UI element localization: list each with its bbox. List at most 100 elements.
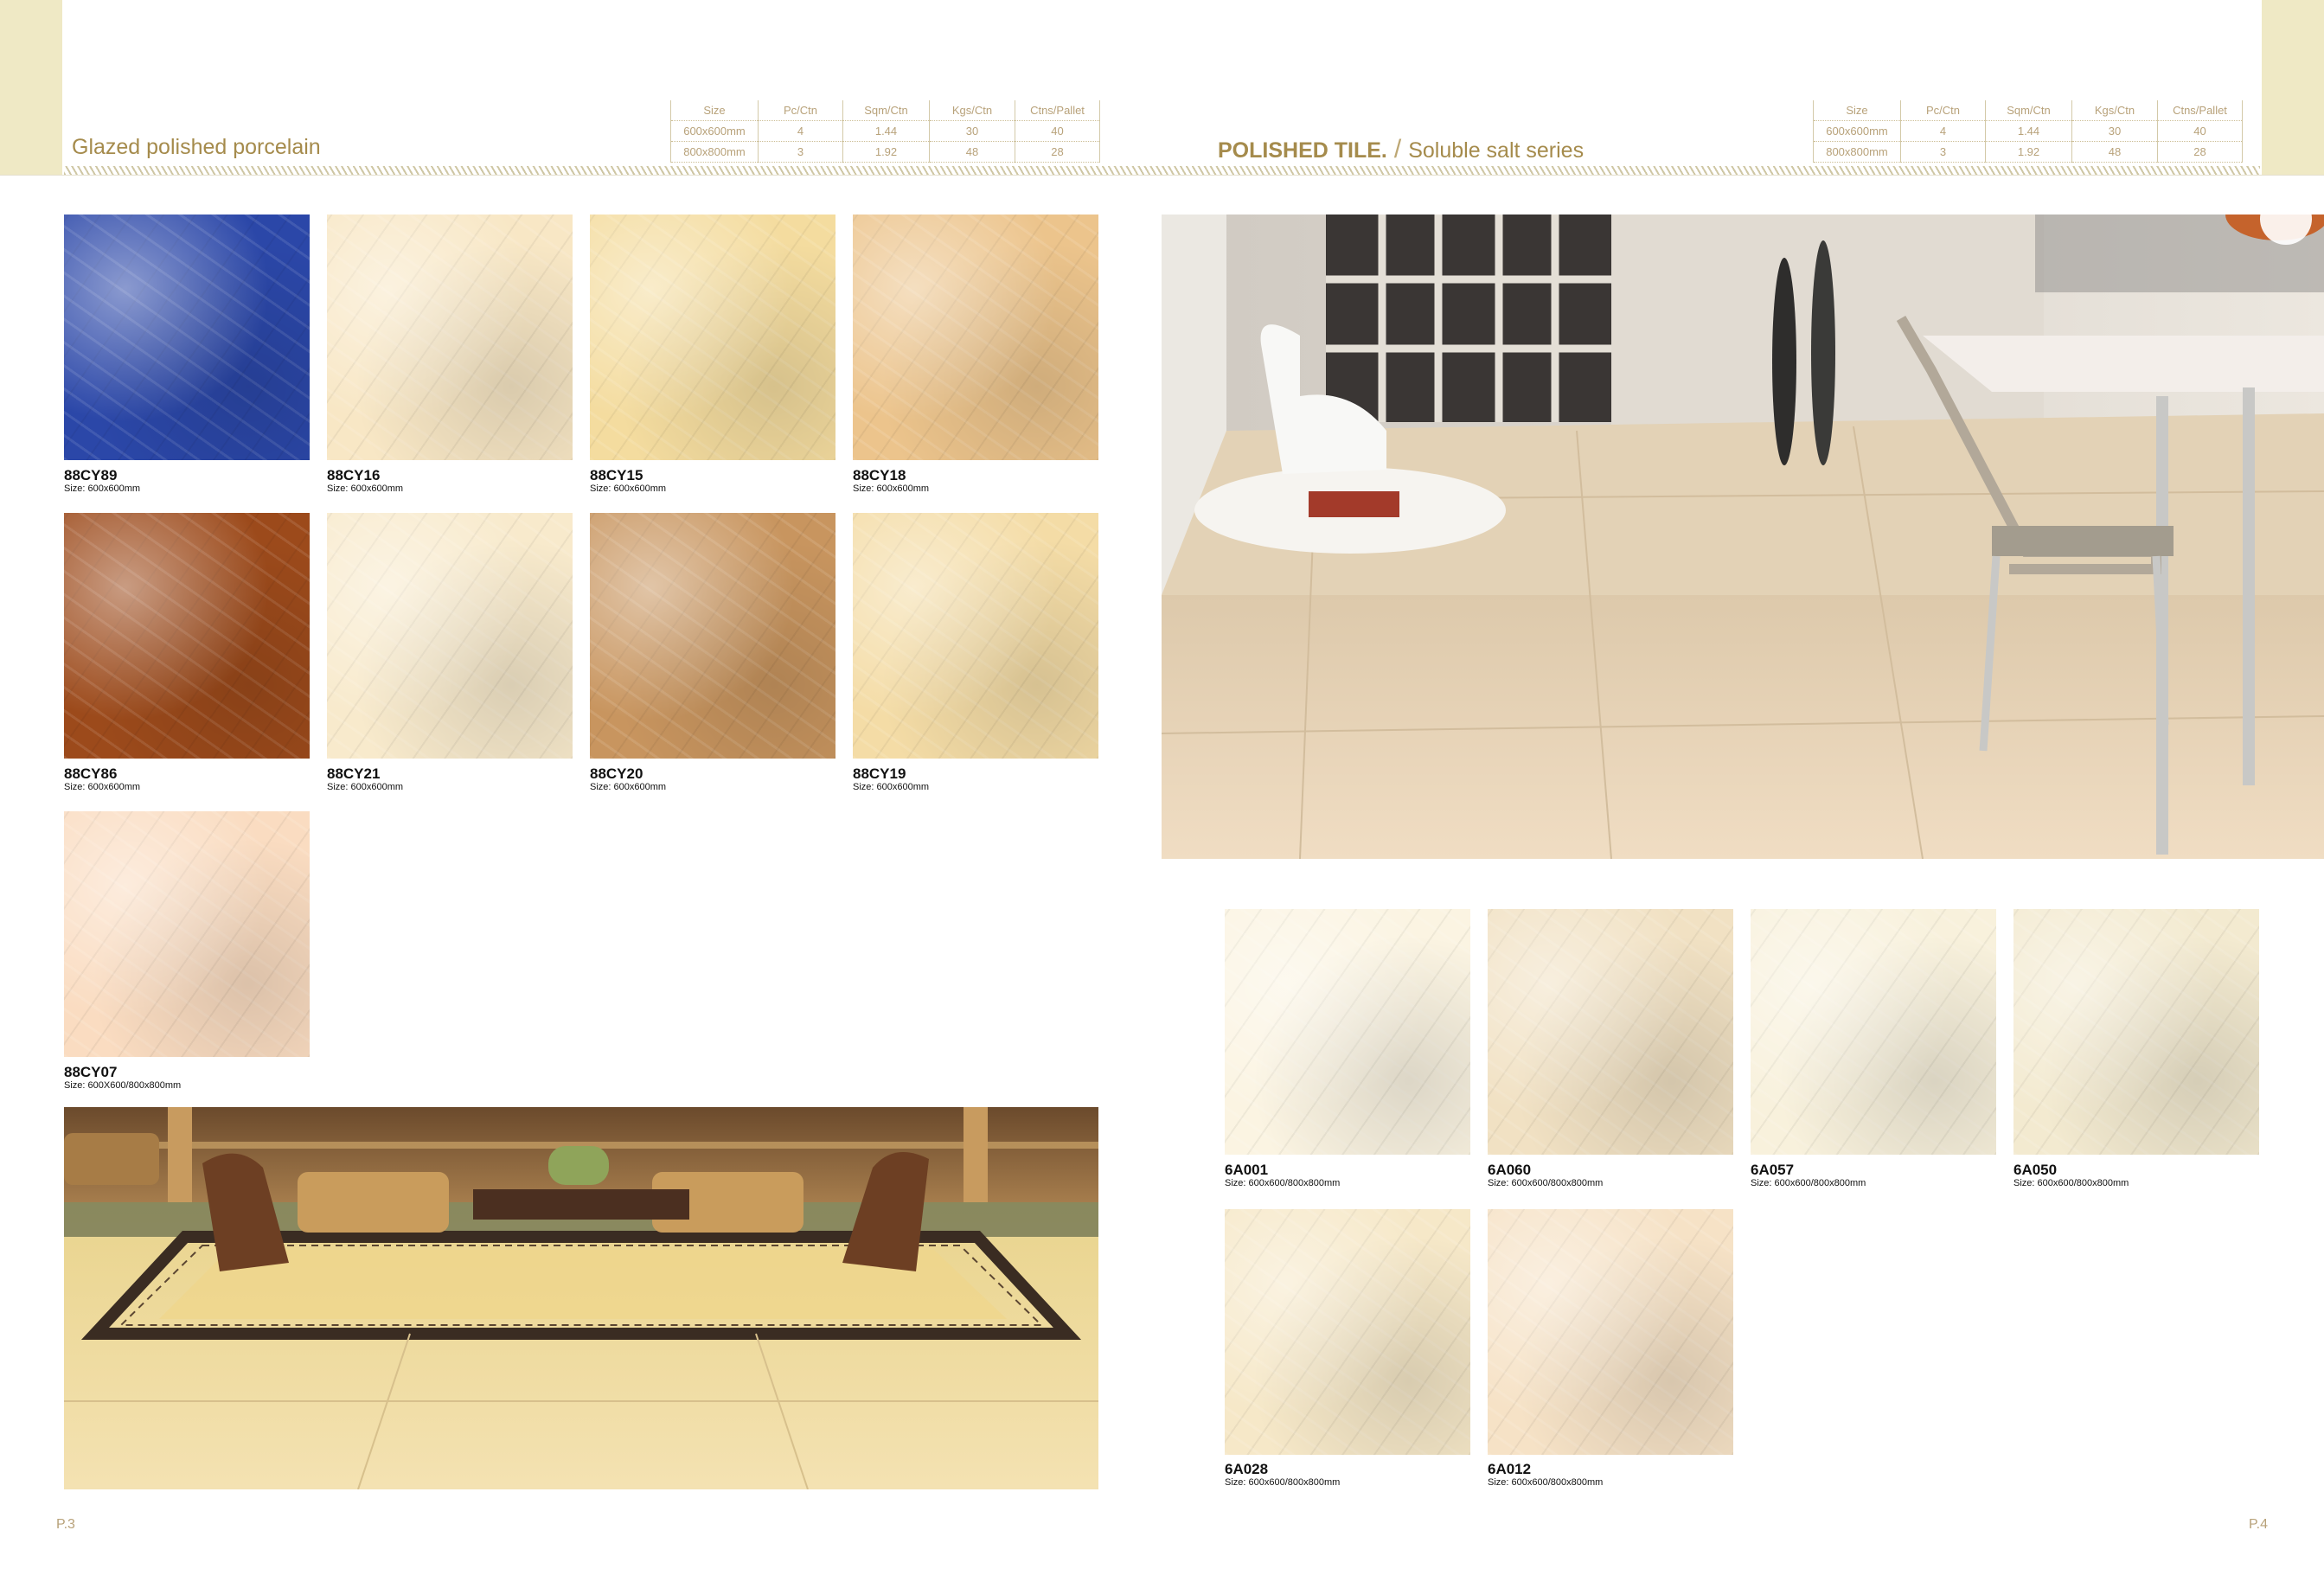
- tile-code: 6A012: [1488, 1461, 1532, 1477]
- tile-size: Size: 600x600/800x800mm: [1488, 1178, 1604, 1188]
- tile-size: Size: 600x600/800x800mm: [1225, 1477, 1341, 1488]
- header-separator: [0, 175, 2324, 176]
- spec-cell: 3: [1900, 141, 1986, 163]
- tile-code: 6A001: [1225, 1162, 1269, 1178]
- tile-size: Size: 600x600/800x800mm: [1751, 1178, 1866, 1188]
- spec-cell: 1.92: [842, 141, 930, 163]
- tile-swatch-88CY89[interactable]: [64, 215, 310, 460]
- right-header-tab: [2262, 0, 2324, 175]
- tile-caption: 88CY86 Size: 600x600mm: [64, 765, 141, 793]
- lobby-interior-photo: [64, 1107, 1098, 1489]
- spec-cell: 28: [2157, 141, 2243, 163]
- tile-size: Size: 600x600mm: [590, 483, 667, 494]
- spec-header-cell: Ctns/Pallet: [1015, 100, 1100, 121]
- spec-cell: 30: [2071, 120, 2158, 142]
- tile-swatch-88CY21[interactable]: [327, 513, 573, 759]
- tile-swatch-6A012[interactable]: [1488, 1209, 1733, 1455]
- tile-code: 88CY07: [64, 1064, 118, 1080]
- tile-swatch-6A050[interactable]: [2013, 909, 2259, 1155]
- tile-code: 88CY86: [64, 765, 118, 782]
- catalog-spread: Glazed polished porcelain Size Pc/Ctn Sq…: [0, 0, 2324, 1588]
- spec-cell: 600x600mm: [1813, 120, 1901, 142]
- tile-swatch-88CY07[interactable]: [64, 811, 310, 1057]
- tile-swatch-6A060[interactable]: [1488, 909, 1733, 1155]
- right-title-rest: Soluble salt series: [1408, 138, 1585, 163]
- tile-caption: 6A050 Size: 600x600/800x800mm: [2013, 1162, 2129, 1189]
- tile-size: Size: 600x600mm: [590, 782, 667, 792]
- tile-swatch-88CY86[interactable]: [64, 513, 310, 759]
- tile-size: Size: 600x600mm: [64, 782, 141, 792]
- spec-cell: 48: [2071, 141, 2158, 163]
- spec-cell: 4: [1900, 120, 1986, 142]
- spec-header-cell: Sqm/Ctn: [842, 100, 930, 121]
- tile-code: 6A050: [2013, 1162, 2058, 1178]
- tile-code: 88CY20: [590, 765, 643, 782]
- spec-header-cell: Pc/Ctn: [758, 100, 843, 121]
- tile-size: Size: 600x600mm: [327, 483, 404, 494]
- tile-swatch-88CY16[interactable]: [327, 215, 573, 460]
- dining-interior-image: [1162, 215, 2324, 859]
- spec-header-cell: Size: [670, 100, 759, 121]
- tile-size: Size: 600x600mm: [853, 782, 930, 792]
- spec-cell: 48: [929, 141, 1015, 163]
- spec-header-cell: Kgs/Ctn: [2071, 100, 2158, 121]
- lobby-interior-image: [64, 1107, 1098, 1489]
- tile-caption: 6A060 Size: 600x600/800x800mm: [1488, 1162, 1604, 1189]
- left-page-title: Glazed polished porcelain: [72, 135, 321, 159]
- spec-cell: 40: [2157, 120, 2243, 142]
- tile-caption: 88CY19 Size: 600x600mm: [853, 765, 930, 793]
- tile-caption: 88CY07 Size: 600X600/800x800mm: [64, 1064, 182, 1092]
- tile-caption: 88CY16 Size: 600x600mm: [327, 468, 404, 495]
- tile-caption: 6A057 Size: 600x600/800x800mm: [1751, 1162, 1866, 1189]
- spec-header-cell: Size: [1813, 100, 1901, 121]
- header-hatch-divider: [64, 166, 2260, 175]
- tile-code: 88CY18: [853, 467, 906, 483]
- spec-row: 600x600mm 4 1.44 30 40: [670, 120, 1100, 142]
- tile-swatch-6A001[interactable]: [1225, 909, 1470, 1155]
- spec-row: 800x800mm 3 1.92 48 28: [1813, 141, 2243, 163]
- tile-swatch-6A028[interactable]: [1225, 1209, 1470, 1455]
- spec-cell: 800x800mm: [1813, 141, 1901, 163]
- tile-swatch-88CY15[interactable]: [590, 215, 835, 460]
- page-number-right: P.4: [2249, 1517, 2268, 1532]
- dining-interior-photo: [1162, 215, 2324, 859]
- spec-cell: 3: [758, 141, 843, 163]
- tile-size: Size: 600x600mm: [64, 483, 141, 494]
- spec-cell: 40: [1015, 120, 1100, 142]
- tile-code: 88CY15: [590, 467, 643, 483]
- tile-code: 6A060: [1488, 1162, 1532, 1178]
- tile-caption: 88CY20 Size: 600x600mm: [590, 765, 667, 793]
- tile-caption: 88CY89 Size: 600x600mm: [64, 468, 141, 495]
- tile-swatch-88CY18[interactable]: [853, 215, 1098, 460]
- spec-cell: 1.44: [842, 120, 930, 142]
- tile-caption: 6A012 Size: 600x600/800x800mm: [1488, 1461, 1603, 1489]
- tile-caption: 88CY18 Size: 600x600mm: [853, 467, 930, 495]
- tile-size: Size: 600x600/800x800mm: [1225, 1178, 1341, 1188]
- tile-code: 88CY19: [853, 765, 906, 782]
- tile-caption: 6A028 Size: 600x600/800x800mm: [1225, 1462, 1341, 1489]
- right-title-bold: POLISHED TILE.: [1218, 138, 1387, 163]
- spec-cell: 800x800mm: [670, 141, 759, 163]
- spec-cell: 1.44: [1985, 120, 2072, 142]
- tile-code: 88CY21: [327, 765, 381, 782]
- spec-row: 800x800mm 3 1.92 48 28: [670, 141, 1100, 163]
- right-page-title: POLISHED TILE. / Soluble salt series: [1218, 135, 1584, 164]
- spec-cell: 30: [929, 120, 1015, 142]
- tile-swatch-88CY19[interactable]: [853, 513, 1098, 759]
- spec-row: 600x600mm 4 1.44 30 40: [1813, 120, 2243, 142]
- right-spec-table: Size Pc/Ctn Sqm/Ctn Kgs/Ctn Ctns/Pallet …: [1813, 100, 2243, 163]
- spec-header-row: Size Pc/Ctn Sqm/Ctn Kgs/Ctn Ctns/Pallet: [670, 100, 1100, 121]
- spec-header-row: Size Pc/Ctn Sqm/Ctn Kgs/Ctn Ctns/Pallet: [1813, 100, 2243, 121]
- spec-header-cell: Kgs/Ctn: [929, 100, 1015, 121]
- spec-header-cell: Ctns/Pallet: [2157, 100, 2243, 121]
- tile-size: Size: 600x600mm: [327, 782, 404, 792]
- tile-size: Size: 600x600mm: [853, 483, 930, 494]
- spec-cell: 1.92: [1985, 141, 2072, 163]
- tile-swatch-88CY20[interactable]: [590, 513, 835, 759]
- tile-swatch-6A057[interactable]: [1751, 909, 1996, 1155]
- tile-caption: 6A001 Size: 600x600/800x800mm: [1225, 1162, 1341, 1189]
- tile-size: Size: 600X600/800x800mm: [64, 1080, 182, 1091]
- title-slash: /: [1393, 135, 1402, 163]
- left-spec-table: Size Pc/Ctn Sqm/Ctn Kgs/Ctn Ctns/Pallet …: [670, 100, 1100, 163]
- spec-header-cell: Pc/Ctn: [1900, 100, 1986, 121]
